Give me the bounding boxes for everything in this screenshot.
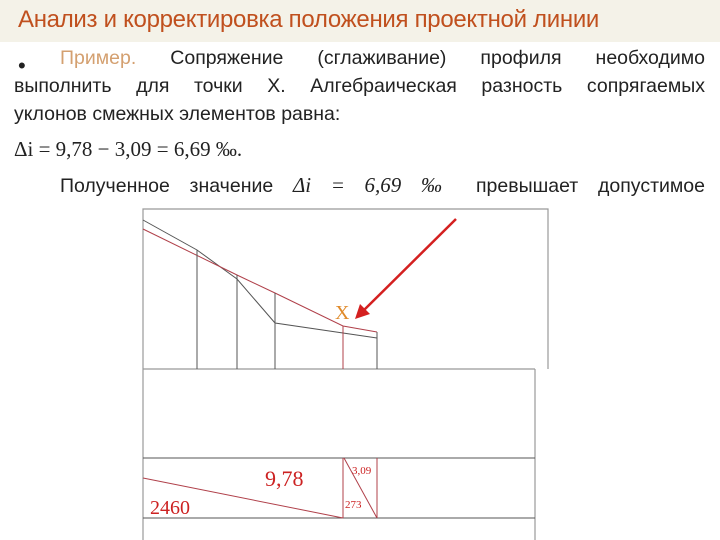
length-right-label: 273 xyxy=(345,499,362,511)
point-x-label: X xyxy=(335,302,350,324)
slope-left-label: 9,78 xyxy=(265,466,304,491)
profile-drawing: 9,78 2460 3,09 273 X xyxy=(142,208,549,540)
length-left-label: 2460 xyxy=(150,497,190,519)
slide: Анализ и корректировка положения проектн… xyxy=(0,0,720,540)
slope-right-label: 3,09 xyxy=(352,465,372,477)
arrow-icon xyxy=(355,218,457,319)
